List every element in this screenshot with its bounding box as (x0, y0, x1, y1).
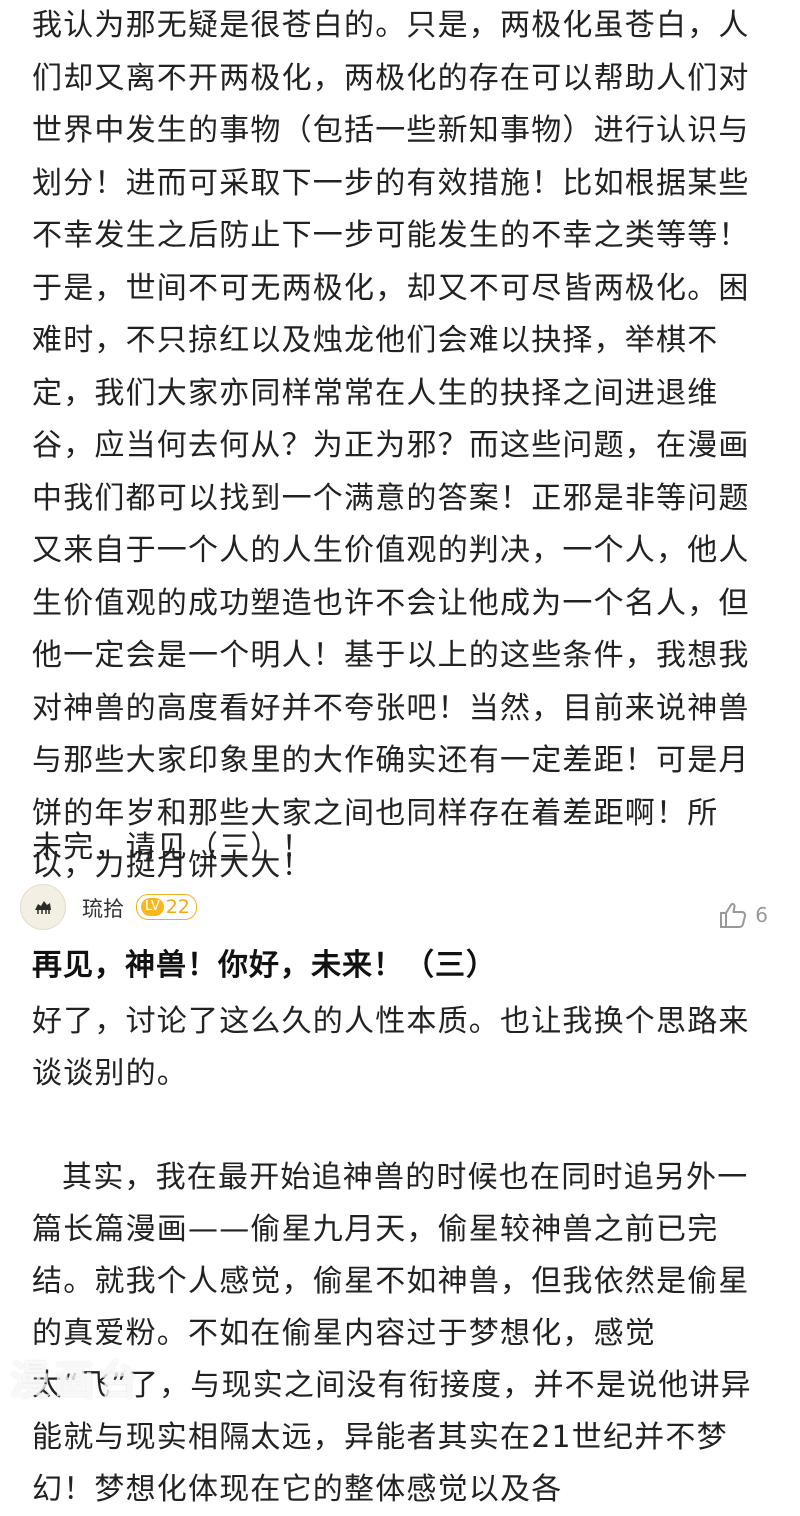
post-paragraph: 好了，讨论了这么久的人性本质。也让我换个思路来谈谈别的。 (32, 1004, 750, 1091)
level-prefix: LV (141, 898, 164, 916)
previous-post-content: 我认为那无疑是很苍白的。只是，两极化虽苍白，人们却又离不开两极化，两极化的存在可… (32, 0, 768, 893)
post-header: 琉拾 LV 22 6 (20, 884, 780, 932)
level-number: 22 (165, 896, 190, 918)
thumbs-up-icon (720, 902, 747, 928)
like-button[interactable]: 6 (719, 902, 768, 928)
like-count: 6 (755, 903, 768, 927)
avatar-icon[interactable] (20, 884, 66, 930)
post-paragraph: 其实，我在最开始追神兽的时候也在同时追另外一篇长篇漫画——偷星九月天，偷星较神兽… (32, 1160, 752, 1507)
level-badge: LV 22 (136, 894, 197, 920)
post-body: 好了，讨论了这么久的人性本质。也让我换个思路来谈谈别的。 其实，我在最开始追神兽… (32, 996, 768, 1516)
to-be-continued-note: 未完，请见（三）！ (32, 830, 313, 865)
post-title: 再见，神兽！你好，未来！（三） (32, 948, 497, 983)
previous-post-paragraph: 我认为那无疑是很苍白的。只是，两极化虽苍白，人们却又离不开两极化，两极化的存在可… (32, 8, 750, 883)
username[interactable]: 琉拾 (82, 893, 124, 923)
